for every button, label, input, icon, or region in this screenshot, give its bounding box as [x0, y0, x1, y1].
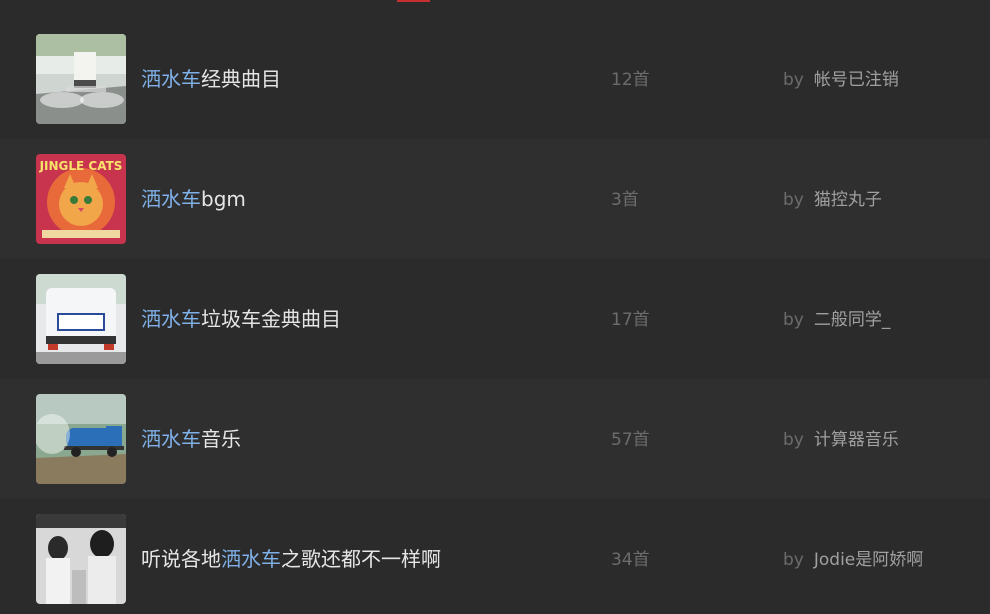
title-keyword-highlight: 洒水车	[141, 427, 201, 451]
track-count: 17首	[611, 310, 650, 330]
blue-sprinkler-truck-image	[36, 394, 126, 484]
title-suffix: bgm	[201, 187, 246, 211]
jingle-cats-album-image: JINGLE CATS	[36, 154, 126, 244]
title-keyword-highlight: 洒水车	[141, 307, 201, 331]
by-label: by	[783, 430, 804, 450]
playlist-title[interactable]: 洒水车经典曲目	[141, 66, 281, 92]
playlist-cover-image[interactable]	[36, 514, 126, 604]
track-count: 12首	[611, 70, 650, 90]
playlist-owner: by 帐号已注销	[783, 69, 899, 91]
track-count: 34首	[611, 550, 650, 570]
playlist-title[interactable]: 洒水车bgm	[141, 186, 246, 212]
owner-name-link[interactable]: 二般同学_	[814, 310, 891, 330]
playlist-row[interactable]: JINGLE CATS 洒水车bgm 3首 by 猫控丸子	[0, 139, 990, 259]
playlist-list: 洒水车经典曲目 12首 by 帐号已注销 JINGLE CATS 洒水车bgm …	[0, 19, 990, 614]
title-suffix: 之歌还都不一样啊	[281, 547, 441, 571]
playlist-owner: by 二般同学_	[783, 309, 890, 331]
title-suffix: 垃圾车金典曲目	[201, 307, 341, 331]
title-suffix: 音乐	[201, 427, 241, 451]
playlist-cover-image[interactable]	[36, 34, 126, 124]
by-label: by	[783, 70, 804, 90]
playlist-search-results: 洒水车经典曲目 12首 by 帐号已注销 JINGLE CATS 洒水车bgm …	[0, 0, 990, 614]
track-count: 57首	[611, 430, 650, 450]
playlist-cover-image[interactable]: JINGLE CATS	[36, 154, 126, 244]
playlist-title[interactable]: 洒水车音乐	[141, 426, 241, 452]
by-label: by	[783, 550, 804, 570]
playlist-owner: by 计算器音乐	[783, 429, 899, 451]
title-keyword-highlight: 洒水车	[141, 187, 201, 211]
title-suffix: 经典曲目	[201, 67, 281, 91]
by-label: by	[783, 310, 804, 330]
road-sprinkler-truck-image	[36, 34, 126, 124]
title-keyword-highlight: 洒水车	[221, 547, 281, 571]
playlist-row[interactable]: 洒水车经典曲目 12首 by 帐号已注销	[0, 19, 990, 139]
owner-name-link[interactable]: Jodie是阿娇啊	[814, 550, 923, 570]
group-photo-bw-image	[36, 514, 126, 604]
truck-rear-image	[36, 274, 126, 364]
playlist-title[interactable]: 洒水车垃圾车金典曲目	[141, 306, 341, 332]
svg-text:JINGLE CATS: JINGLE CATS	[39, 159, 123, 173]
playlist-owner: by 猫控丸子	[783, 189, 882, 211]
by-label: by	[783, 190, 804, 210]
playlist-title[interactable]: 听说各地洒水车之歌还都不一样啊	[141, 546, 441, 572]
playlist-row[interactable]: 听说各地洒水车之歌还都不一样啊 34首 by Jodie是阿娇啊	[0, 499, 990, 614]
playlist-cover-image[interactable]	[36, 394, 126, 484]
active-tab-indicator	[397, 0, 430, 2]
title-keyword-highlight: 洒水车	[141, 67, 201, 91]
owner-name-link[interactable]: 计算器音乐	[814, 430, 899, 450]
owner-name-link[interactable]: 帐号已注销	[814, 70, 899, 90]
playlist-cover-image[interactable]	[36, 274, 126, 364]
playlist-row[interactable]: 洒水车垃圾车金典曲目 17首 by 二般同学_	[0, 259, 990, 379]
track-count: 3首	[611, 190, 639, 210]
owner-name-link[interactable]: 猫控丸子	[814, 190, 882, 210]
title-prefix: 听说各地	[141, 547, 221, 571]
playlist-row[interactable]: 洒水车音乐 57首 by 计算器音乐	[0, 379, 990, 499]
playlist-owner: by Jodie是阿娇啊	[783, 549, 923, 571]
